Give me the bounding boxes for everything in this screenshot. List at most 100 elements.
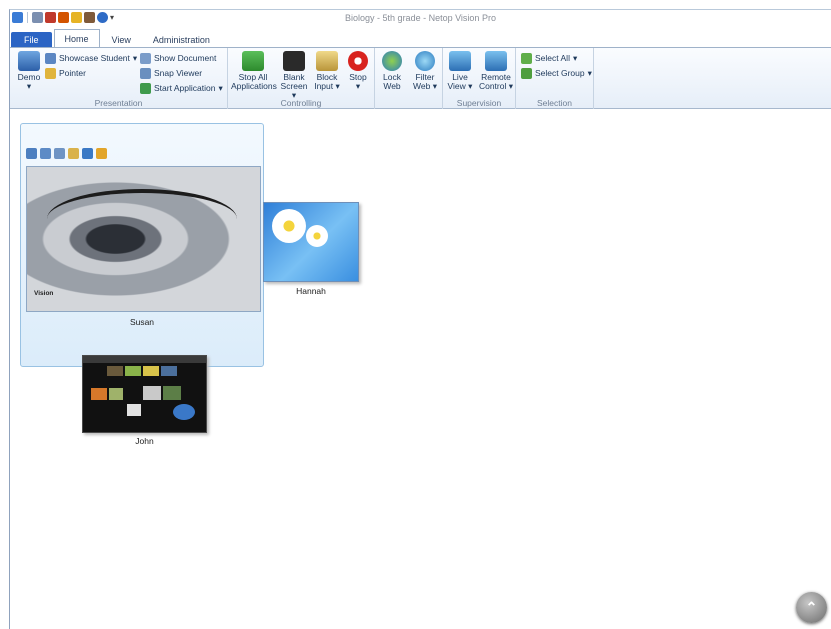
- lock-web-label-2: Web: [383, 81, 401, 91]
- student-name-hannah: Hannah: [296, 286, 326, 296]
- classroom-workspace[interactable]: Vision Susan Hannah John ⌃: [10, 110, 831, 629]
- tab-file[interactable]: File: [11, 32, 52, 48]
- stop-all-applications-button[interactable]: Stop All Applications: [231, 51, 277, 91]
- window-title: Biology - 5th grade - Netop Vision Pro: [345, 13, 496, 23]
- group-selection: Select All ▾ Select Group ▾ Selection: [516, 48, 594, 109]
- live-view-button[interactable]: Live View ▾: [445, 51, 475, 91]
- stop-icon: [348, 51, 368, 71]
- block-label-2: Input: [314, 81, 334, 91]
- remote-control-icon: [485, 51, 507, 71]
- showcase-student-label: Showcase Student: [59, 53, 130, 63]
- image-tile: [143, 366, 159, 376]
- ribbon: Demo ▾ Showcase Student ▾ Pointer Show D…: [10, 47, 831, 109]
- tab-administration[interactable]: Administration: [143, 32, 220, 48]
- blank-screen-icon: [283, 51, 305, 71]
- screen-thumbnail-john[interactable]: [82, 355, 207, 433]
- tag-icon[interactable]: [96, 148, 107, 159]
- student-card-toolbar: [26, 148, 107, 159]
- pointer-label: Pointer: [59, 68, 86, 78]
- screen-brand-text: Vision: [34, 290, 54, 297]
- image-tile: [109, 388, 123, 400]
- group-label-supervision: Supervision: [456, 98, 502, 108]
- student-card-susan[interactable]: Vision Susan: [20, 123, 264, 367]
- chevron-down-icon: ▾: [430, 81, 437, 91]
- image-tile: [163, 386, 181, 400]
- stop-applications-icon: [242, 51, 264, 71]
- demo-button[interactable]: Demo ▾: [14, 51, 44, 91]
- block-input-icon[interactable]: [68, 148, 79, 159]
- student-name-susan: Susan: [129, 317, 155, 327]
- snap-viewer-label: Snap Viewer: [154, 68, 203, 78]
- tab-home[interactable]: Home: [53, 29, 100, 48]
- select-group-label: Select Group: [535, 68, 585, 78]
- blank-screen-button[interactable]: Blank Screen ▾: [278, 51, 310, 100]
- browser-toolbar: [83, 356, 206, 363]
- group-supervision: Live View ▾ Remote Control ▾ Supervision: [443, 48, 516, 109]
- chevron-down-icon: ▾: [132, 52, 138, 63]
- select-group-button[interactable]: Select Group ▾: [521, 67, 592, 79]
- image-tile: [173, 404, 195, 420]
- snap-icon[interactable]: [54, 148, 65, 159]
- student-name-john: John: [135, 436, 154, 446]
- showcase-student-button[interactable]: Showcase Student ▾: [45, 52, 137, 64]
- stop-button[interactable]: Stop ▾: [344, 51, 372, 91]
- image-tile: [107, 366, 123, 376]
- filter-web-label-2: Web: [413, 81, 431, 91]
- chevron-up-icon: ⌃: [805, 599, 818, 615]
- title-bar: ▾ Biology - 5th grade - Netop Vision Pro: [10, 10, 831, 27]
- image-tile: [161, 366, 177, 376]
- group-controlling: Stop All Applications Blank Screen ▾ Blo…: [228, 48, 375, 109]
- globe-filter-icon: [415, 51, 435, 71]
- block-input-button[interactable]: Block Input ▾: [312, 51, 342, 91]
- scroll-up-button[interactable]: ⌃: [796, 592, 827, 623]
- globe-lock-icon: [382, 51, 402, 71]
- lock-web-button[interactable]: Lock Web: [377, 51, 407, 91]
- snap-viewer-button[interactable]: Snap Viewer: [140, 67, 202, 79]
- group-web: Lock Web Filter Web ▾: [375, 48, 443, 109]
- pointer-icon: [45, 67, 56, 79]
- image-tile: [127, 404, 141, 416]
- monitor-icon: [18, 51, 40, 71]
- select-group-icon: [521, 67, 532, 79]
- application-icon: [140, 82, 151, 94]
- live-view-icon: [449, 51, 471, 71]
- start-application-button[interactable]: Start Application ▾: [140, 82, 223, 94]
- filter-web-button[interactable]: Filter Web ▾: [410, 51, 440, 91]
- flower-image: [306, 225, 328, 247]
- chevron-down-icon: ▾: [587, 67, 592, 78]
- demo-icon[interactable]: [26, 148, 37, 159]
- remote-control-button[interactable]: Remote Control ▾: [477, 51, 515, 91]
- select-all-button[interactable]: Select All ▾: [521, 52, 577, 64]
- snap-viewer-icon: [140, 67, 151, 79]
- group-label-presentation: Presentation: [94, 98, 143, 108]
- app-window: ▾ Biology - 5th grade - Netop Vision Pro…: [9, 9, 831, 629]
- chevron-down-icon: ▾: [572, 52, 578, 63]
- select-all-label: Select All: [535, 53, 570, 63]
- showcase-icon[interactable]: [40, 148, 51, 159]
- live-view-label-2: View: [447, 81, 466, 91]
- show-document-label: Show Document: [154, 53, 217, 63]
- eye-image: [47, 189, 237, 249]
- chevron-down-icon: ▾: [465, 81, 473, 91]
- image-tile: [143, 386, 161, 400]
- pointer-button[interactable]: Pointer: [45, 67, 86, 79]
- tab-view[interactable]: View: [102, 32, 141, 48]
- image-tile: [125, 366, 141, 376]
- chevron-down-icon: ▾: [26, 81, 32, 91]
- show-document-button[interactable]: Show Document: [140, 52, 216, 64]
- live-view-icon[interactable]: [82, 148, 93, 159]
- stop-all-label-2: Applications: [231, 81, 277, 91]
- chevron-down-icon: ▾: [218, 82, 223, 93]
- group-label-controlling: Controlling: [280, 98, 322, 108]
- ribbon-tabs: File Home View Administration: [10, 29, 831, 48]
- chevron-down-icon: ▾: [333, 81, 340, 91]
- screen-thumbnail-hannah[interactable]: [263, 202, 359, 282]
- chevron-down-icon: ▾: [355, 81, 361, 91]
- chevron-down-icon: ▾: [506, 81, 514, 91]
- screen-thumbnail-susan[interactable]: Vision: [26, 166, 261, 312]
- lock-keyboard-icon: [316, 51, 338, 71]
- remote-label-2: Control: [478, 81, 507, 91]
- flower-image: [272, 209, 306, 243]
- select-all-icon: [521, 52, 532, 64]
- document-icon: [140, 52, 151, 64]
